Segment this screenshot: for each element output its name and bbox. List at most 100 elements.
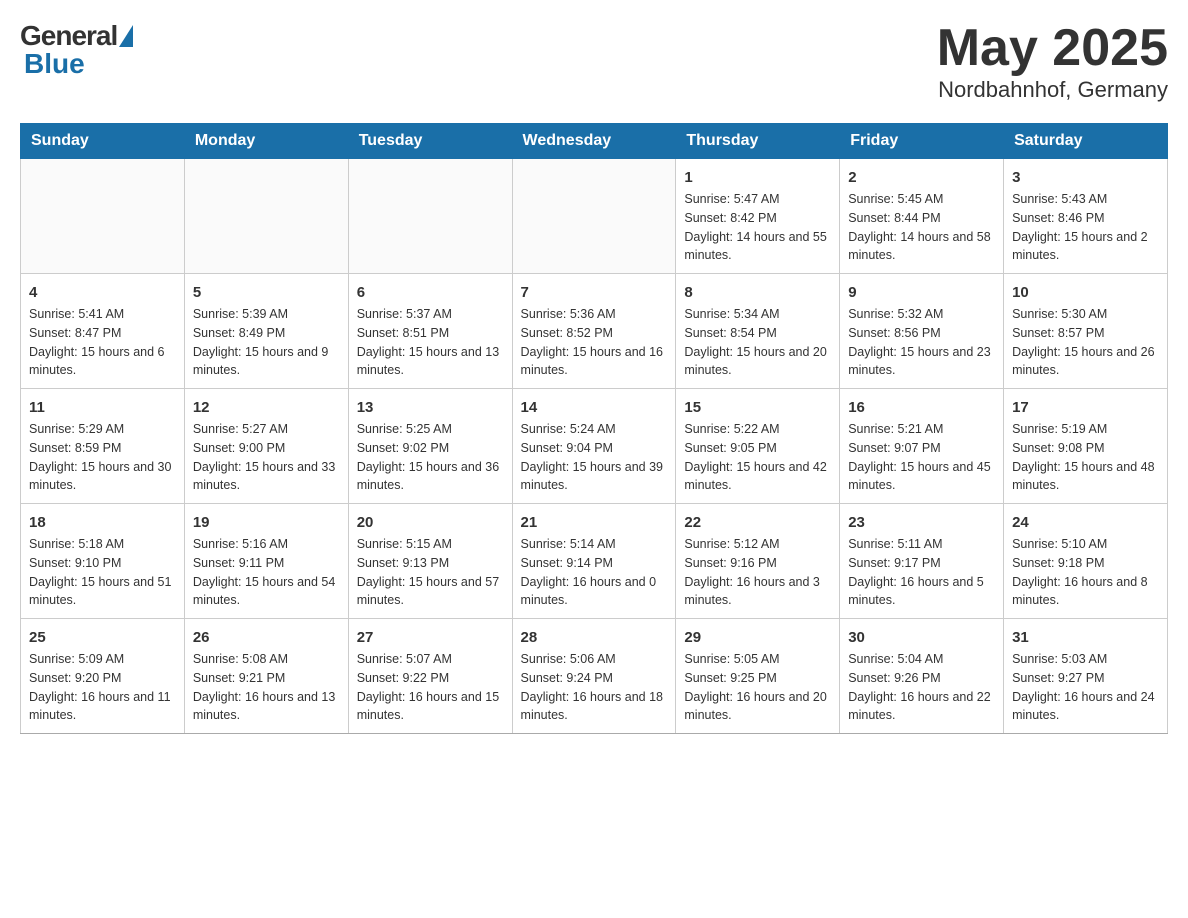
- calendar-cell: 28Sunrise: 5:06 AMSunset: 9:24 PMDayligh…: [512, 619, 676, 734]
- day-number: 3: [1012, 167, 1159, 188]
- day-info: Sunrise: 5:32 AMSunset: 8:56 PMDaylight:…: [848, 305, 995, 380]
- logo-triangle-icon: [119, 25, 133, 47]
- calendar-cell: 6Sunrise: 5:37 AMSunset: 8:51 PMDaylight…: [348, 274, 512, 389]
- day-info: Sunrise: 5:04 AMSunset: 9:26 PMDaylight:…: [848, 650, 995, 725]
- logo-blue-text: Blue: [20, 48, 85, 80]
- day-number: 17: [1012, 397, 1159, 418]
- day-number: 20: [357, 512, 504, 533]
- calendar-cell: 7Sunrise: 5:36 AMSunset: 8:52 PMDaylight…: [512, 274, 676, 389]
- calendar-cell: [512, 159, 676, 274]
- calendar-cell: 21Sunrise: 5:14 AMSunset: 9:14 PMDayligh…: [512, 504, 676, 619]
- calendar-cell: [348, 159, 512, 274]
- day-info: Sunrise: 5:08 AMSunset: 9:21 PMDaylight:…: [193, 650, 340, 725]
- title-block: May 2025 Nordbahnhof, Germany: [937, 20, 1168, 103]
- week-row-5: 25Sunrise: 5:09 AMSunset: 9:20 PMDayligh…: [21, 619, 1168, 734]
- day-number: 10: [1012, 282, 1159, 303]
- day-info: Sunrise: 5:09 AMSunset: 9:20 PMDaylight:…: [29, 650, 176, 725]
- calendar-cell: 23Sunrise: 5:11 AMSunset: 9:17 PMDayligh…: [840, 504, 1004, 619]
- day-info: Sunrise: 5:11 AMSunset: 9:17 PMDaylight:…: [848, 535, 995, 610]
- day-number: 24: [1012, 512, 1159, 533]
- day-number: 18: [29, 512, 176, 533]
- day-number: 21: [521, 512, 668, 533]
- calendar-header-wednesday: Wednesday: [512, 124, 676, 159]
- calendar-header-thursday: Thursday: [676, 124, 840, 159]
- week-row-4: 18Sunrise: 5:18 AMSunset: 9:10 PMDayligh…: [21, 504, 1168, 619]
- day-info: Sunrise: 5:21 AMSunset: 9:07 PMDaylight:…: [848, 420, 995, 495]
- day-info: Sunrise: 5:37 AMSunset: 8:51 PMDaylight:…: [357, 305, 504, 380]
- day-number: 26: [193, 627, 340, 648]
- calendar-header-friday: Friday: [840, 124, 1004, 159]
- calendar-header-tuesday: Tuesday: [348, 124, 512, 159]
- calendar-table: SundayMondayTuesdayWednesdayThursdayFrid…: [20, 123, 1168, 734]
- day-number: 12: [193, 397, 340, 418]
- calendar-cell: 16Sunrise: 5:21 AMSunset: 9:07 PMDayligh…: [840, 389, 1004, 504]
- calendar-cell: 2Sunrise: 5:45 AMSunset: 8:44 PMDaylight…: [840, 159, 1004, 274]
- day-number: 9: [848, 282, 995, 303]
- day-info: Sunrise: 5:25 AMSunset: 9:02 PMDaylight:…: [357, 420, 504, 495]
- day-info: Sunrise: 5:18 AMSunset: 9:10 PMDaylight:…: [29, 535, 176, 610]
- calendar-header-monday: Monday: [184, 124, 348, 159]
- week-row-3: 11Sunrise: 5:29 AMSunset: 8:59 PMDayligh…: [21, 389, 1168, 504]
- day-number: 30: [848, 627, 995, 648]
- calendar-cell: 17Sunrise: 5:19 AMSunset: 9:08 PMDayligh…: [1004, 389, 1168, 504]
- day-info: Sunrise: 5:39 AMSunset: 8:49 PMDaylight:…: [193, 305, 340, 380]
- day-info: Sunrise: 5:22 AMSunset: 9:05 PMDaylight:…: [684, 420, 831, 495]
- calendar-cell: 3Sunrise: 5:43 AMSunset: 8:46 PMDaylight…: [1004, 159, 1168, 274]
- week-row-1: 1Sunrise: 5:47 AMSunset: 8:42 PMDaylight…: [21, 159, 1168, 274]
- calendar-cell: 20Sunrise: 5:15 AMSunset: 9:13 PMDayligh…: [348, 504, 512, 619]
- day-info: Sunrise: 5:15 AMSunset: 9:13 PMDaylight:…: [357, 535, 504, 610]
- calendar-cell: 22Sunrise: 5:12 AMSunset: 9:16 PMDayligh…: [676, 504, 840, 619]
- day-info: Sunrise: 5:27 AMSunset: 9:00 PMDaylight:…: [193, 420, 340, 495]
- calendar-cell: [21, 159, 185, 274]
- calendar-cell: 5Sunrise: 5:39 AMSunset: 8:49 PMDaylight…: [184, 274, 348, 389]
- day-number: 31: [1012, 627, 1159, 648]
- page-header: General Blue May 2025 Nordbahnhof, Germa…: [20, 20, 1168, 103]
- month-title: May 2025: [937, 20, 1168, 77]
- day-info: Sunrise: 5:03 AMSunset: 9:27 PMDaylight:…: [1012, 650, 1159, 725]
- calendar-cell: 27Sunrise: 5:07 AMSunset: 9:22 PMDayligh…: [348, 619, 512, 734]
- calendar-cell: 1Sunrise: 5:47 AMSunset: 8:42 PMDaylight…: [676, 159, 840, 274]
- day-info: Sunrise: 5:10 AMSunset: 9:18 PMDaylight:…: [1012, 535, 1159, 610]
- calendar-cell: 13Sunrise: 5:25 AMSunset: 9:02 PMDayligh…: [348, 389, 512, 504]
- day-info: Sunrise: 5:06 AMSunset: 9:24 PMDaylight:…: [521, 650, 668, 725]
- calendar-cell: 19Sunrise: 5:16 AMSunset: 9:11 PMDayligh…: [184, 504, 348, 619]
- day-info: Sunrise: 5:36 AMSunset: 8:52 PMDaylight:…: [521, 305, 668, 380]
- day-info: Sunrise: 5:05 AMSunset: 9:25 PMDaylight:…: [684, 650, 831, 725]
- day-info: Sunrise: 5:16 AMSunset: 9:11 PMDaylight:…: [193, 535, 340, 610]
- day-number: 19: [193, 512, 340, 533]
- calendar-cell: 15Sunrise: 5:22 AMSunset: 9:05 PMDayligh…: [676, 389, 840, 504]
- calendar-cell: 12Sunrise: 5:27 AMSunset: 9:00 PMDayligh…: [184, 389, 348, 504]
- day-info: Sunrise: 5:14 AMSunset: 9:14 PMDaylight:…: [521, 535, 668, 610]
- day-number: 25: [29, 627, 176, 648]
- day-info: Sunrise: 5:12 AMSunset: 9:16 PMDaylight:…: [684, 535, 831, 610]
- day-info: Sunrise: 5:41 AMSunset: 8:47 PMDaylight:…: [29, 305, 176, 380]
- day-number: 8: [684, 282, 831, 303]
- calendar-cell: 30Sunrise: 5:04 AMSunset: 9:26 PMDayligh…: [840, 619, 1004, 734]
- calendar-cell: 31Sunrise: 5:03 AMSunset: 9:27 PMDayligh…: [1004, 619, 1168, 734]
- day-info: Sunrise: 5:45 AMSunset: 8:44 PMDaylight:…: [848, 190, 995, 265]
- location-text: Nordbahnhof, Germany: [937, 77, 1168, 103]
- day-number: 29: [684, 627, 831, 648]
- calendar-cell: 10Sunrise: 5:30 AMSunset: 8:57 PMDayligh…: [1004, 274, 1168, 389]
- calendar-cell: 14Sunrise: 5:24 AMSunset: 9:04 PMDayligh…: [512, 389, 676, 504]
- calendar-cell: 8Sunrise: 5:34 AMSunset: 8:54 PMDaylight…: [676, 274, 840, 389]
- day-number: 13: [357, 397, 504, 418]
- calendar-cell: 18Sunrise: 5:18 AMSunset: 9:10 PMDayligh…: [21, 504, 185, 619]
- day-info: Sunrise: 5:30 AMSunset: 8:57 PMDaylight:…: [1012, 305, 1159, 380]
- day-info: Sunrise: 5:07 AMSunset: 9:22 PMDaylight:…: [357, 650, 504, 725]
- day-info: Sunrise: 5:34 AMSunset: 8:54 PMDaylight:…: [684, 305, 831, 380]
- day-number: 1: [684, 167, 831, 188]
- calendar-cell: 4Sunrise: 5:41 AMSunset: 8:47 PMDaylight…: [21, 274, 185, 389]
- calendar-header-row: SundayMondayTuesdayWednesdayThursdayFrid…: [21, 124, 1168, 159]
- day-number: 15: [684, 397, 831, 418]
- calendar-cell: 26Sunrise: 5:08 AMSunset: 9:21 PMDayligh…: [184, 619, 348, 734]
- day-number: 27: [357, 627, 504, 648]
- day-number: 6: [357, 282, 504, 303]
- calendar-cell: 29Sunrise: 5:05 AMSunset: 9:25 PMDayligh…: [676, 619, 840, 734]
- day-number: 7: [521, 282, 668, 303]
- day-number: 28: [521, 627, 668, 648]
- day-number: 16: [848, 397, 995, 418]
- day-info: Sunrise: 5:43 AMSunset: 8:46 PMDaylight:…: [1012, 190, 1159, 265]
- day-number: 14: [521, 397, 668, 418]
- day-number: 5: [193, 282, 340, 303]
